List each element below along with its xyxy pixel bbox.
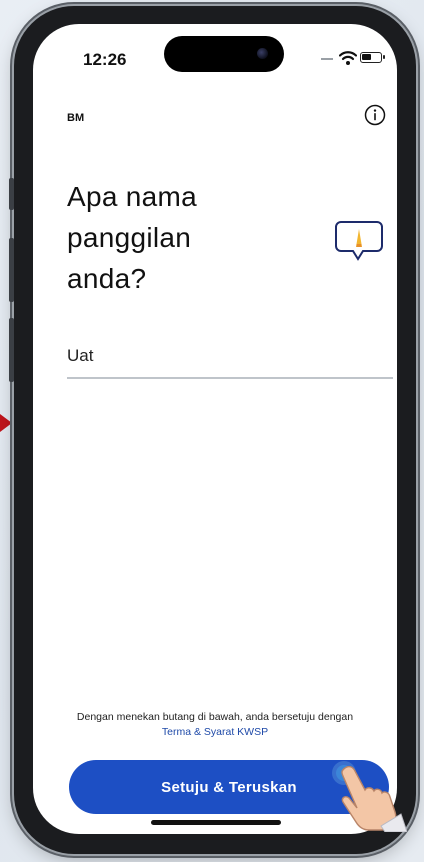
app-screen: 12:26 BM Apa nama panggilan anda? Uat De…	[33, 24, 397, 834]
page-title: Apa nama panggilan anda?	[67, 176, 297, 299]
title-line: panggilan	[67, 222, 192, 253]
camera-icon	[257, 48, 268, 59]
volume-up-button	[9, 238, 14, 302]
input-underline	[67, 377, 393, 379]
action-button	[9, 178, 14, 210]
pointer-arrow	[0, 414, 12, 432]
wifi-icon	[339, 51, 357, 65]
title-line: Apa nama	[67, 181, 198, 212]
consent-body: Dengan menekan butang di bawah, anda ber…	[76, 711, 354, 723]
home-indicator[interactable]	[151, 820, 281, 825]
info-icon[interactable]	[364, 104, 386, 126]
volume-down-button	[9, 318, 14, 382]
battery-icon	[360, 52, 385, 63]
title-line: anda?	[67, 263, 147, 294]
language-toggle[interactable]: BM	[67, 112, 84, 124]
consent-text: Dengan menekan butang di bawah, anda ber…	[73, 710, 357, 740]
hand-pointer-icon	[341, 765, 407, 832]
status-time: 12:26	[83, 50, 127, 69]
nickname-input[interactable]: Uat	[67, 346, 93, 366]
status-icons	[313, 48, 385, 68]
dynamic-island	[164, 36, 284, 72]
terms-link[interactable]: Terma & Syarat KWSP	[162, 726, 268, 738]
signal-icon	[321, 58, 333, 60]
chat-bubble-icon	[335, 221, 383, 261]
